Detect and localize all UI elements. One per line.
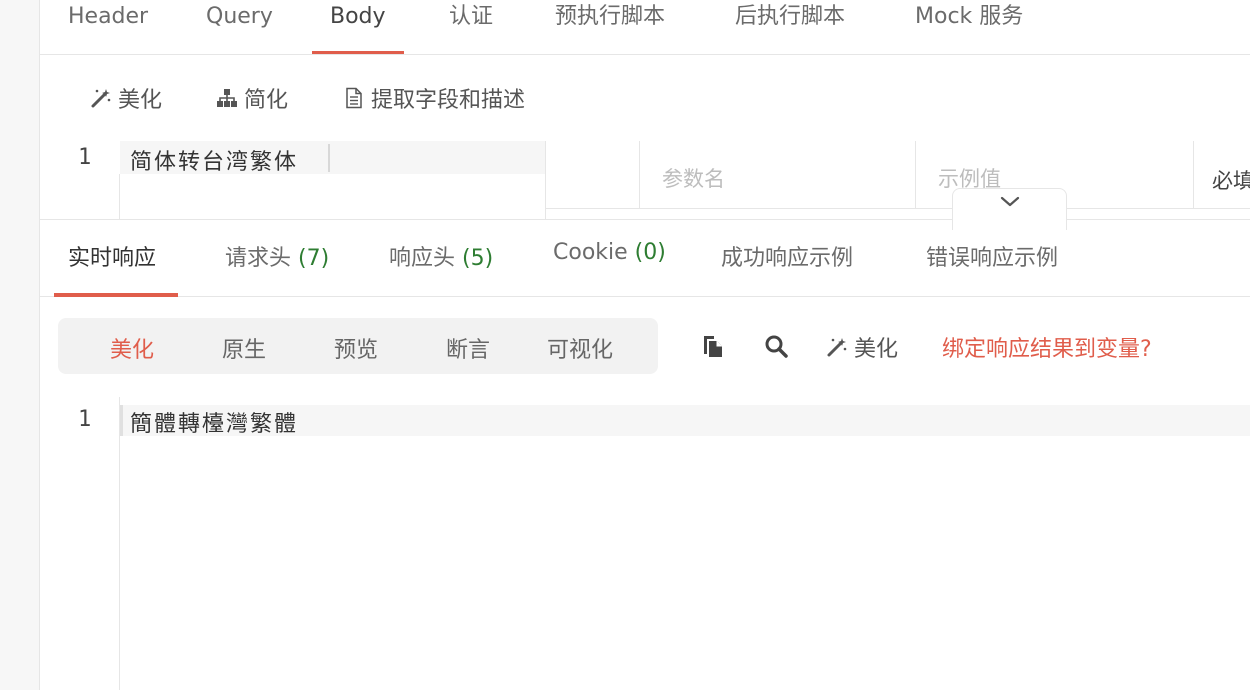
tab-mock-service[interactable]: Mock 服务 bbox=[915, 0, 1023, 54]
document-icon bbox=[346, 87, 362, 109]
response-toolbar: 美化 原生 预览 断言 可视化 美化 绑定响应结果到变量? bbox=[40, 297, 1250, 397]
sitemap-icon bbox=[217, 89, 237, 107]
response-tabs: 实时响应 请求头 (7) 响应头 (5) Cookie (0) 成功响应示例 错… bbox=[40, 219, 1250, 297]
tab-pre-script[interactable]: 预执行脚本 bbox=[555, 0, 665, 54]
view-mode-raw[interactable]: 原生 bbox=[222, 332, 266, 364]
line-number: 1 bbox=[78, 145, 92, 170]
left-gutter bbox=[0, 0, 40, 690]
tab-header[interactable]: Header bbox=[68, 0, 148, 54]
tab-live-response[interactable]: 实时响应 bbox=[68, 240, 156, 272]
chevron-down-icon bbox=[1000, 196, 1019, 207]
param-required-header: 必填 bbox=[1212, 169, 1250, 193]
tab-count: (0) bbox=[634, 240, 666, 265]
response-body-viewer: 1 簡體轉檯灣繁體 bbox=[40, 397, 1250, 690]
param-name-cell[interactable]: 参数名 bbox=[640, 141, 916, 209]
tab-success-example[interactable]: 成功响应示例 bbox=[721, 240, 853, 272]
text-cursor bbox=[328, 144, 330, 172]
beautify-label: 美化 bbox=[118, 88, 163, 113]
tab-count: (5) bbox=[462, 246, 494, 271]
main-panel: Header Query Body 认证 预执行脚本 后执行脚本 Mock 服务… bbox=[40, 0, 1250, 690]
simplify-label: 简化 bbox=[244, 88, 289, 113]
view-mode-visualize[interactable]: 可视化 bbox=[547, 332, 613, 364]
tab-label: 实时响应 bbox=[68, 246, 157, 271]
tab-query[interactable]: Query bbox=[206, 0, 273, 54]
line-marker bbox=[120, 405, 123, 436]
line-number: 1 bbox=[78, 407, 92, 432]
body-toolbar: 美化 简化 提取字段和描述 bbox=[40, 55, 1250, 141]
response-beautify-button[interactable]: 美化 bbox=[826, 331, 898, 363]
param-row-handle bbox=[546, 141, 640, 209]
extract-fields-label: 提取字段和描述 bbox=[371, 88, 526, 113]
request-body-editor[interactable]: 1 简体转台湾繁体 bbox=[40, 141, 545, 219]
tab-cookie[interactable]: Cookie (0) bbox=[553, 240, 666, 265]
response-beautify-label: 美化 bbox=[854, 337, 899, 362]
magic-wand-icon bbox=[91, 89, 111, 108]
param-table: 参数名 示例值 必填 bbox=[545, 141, 1250, 230]
tab-auth[interactable]: 认证 bbox=[449, 0, 493, 54]
tab-label: 响应头 bbox=[389, 246, 462, 271]
tab-request-headers[interactable]: 请求头 (7) bbox=[225, 240, 329, 272]
param-required-cell: 必填 bbox=[1194, 141, 1250, 209]
tab-response-headers[interactable]: 响应头 (5) bbox=[389, 240, 493, 272]
view-mode-preview[interactable]: 预览 bbox=[334, 332, 378, 364]
beautify-button[interactable]: 美化 bbox=[90, 83, 162, 113]
tab-error-example[interactable]: 错误响应示例 bbox=[926, 240, 1058, 272]
request-body-text[interactable]: 简体转台湾繁体 bbox=[130, 144, 298, 176]
copy-icon[interactable] bbox=[700, 333, 726, 359]
extract-fields-button[interactable]: 提取字段和描述 bbox=[343, 83, 525, 113]
tab-count: (7) bbox=[298, 246, 330, 271]
tab-label: 请求头 bbox=[225, 246, 298, 271]
param-name-placeholder: 参数名 bbox=[662, 167, 725, 191]
tab-body[interactable]: Body bbox=[312, 0, 403, 54]
tab-post-script[interactable]: 后执行脚本 bbox=[735, 0, 845, 54]
gutter-divider bbox=[119, 397, 120, 690]
simplify-button[interactable]: 简化 bbox=[216, 83, 288, 113]
collapse-toggle-button[interactable] bbox=[952, 188, 1067, 230]
tab-label: Cookie bbox=[553, 240, 635, 265]
magic-wand-icon bbox=[827, 338, 847, 357]
tab-label: 成功响应示例 bbox=[721, 246, 854, 271]
tab-label: 错误响应示例 bbox=[926, 246, 1059, 271]
response-body-text: 簡體轉檯灣繁體 bbox=[130, 412, 299, 437]
bind-response-to-variable-link[interactable]: 绑定响应结果到变量? bbox=[942, 331, 1152, 363]
request-tabs: Header Query Body 认证 预执行脚本 后执行脚本 Mock 服务 bbox=[40, 0, 1250, 55]
view-mode-beautify[interactable]: 美化 bbox=[110, 332, 154, 364]
gutter-divider bbox=[119, 174, 120, 219]
search-icon[interactable] bbox=[763, 333, 789, 359]
view-mode-switcher: 美化 原生 预览 断言 可视化 bbox=[58, 318, 658, 374]
view-mode-assert[interactable]: 断言 bbox=[446, 332, 490, 364]
